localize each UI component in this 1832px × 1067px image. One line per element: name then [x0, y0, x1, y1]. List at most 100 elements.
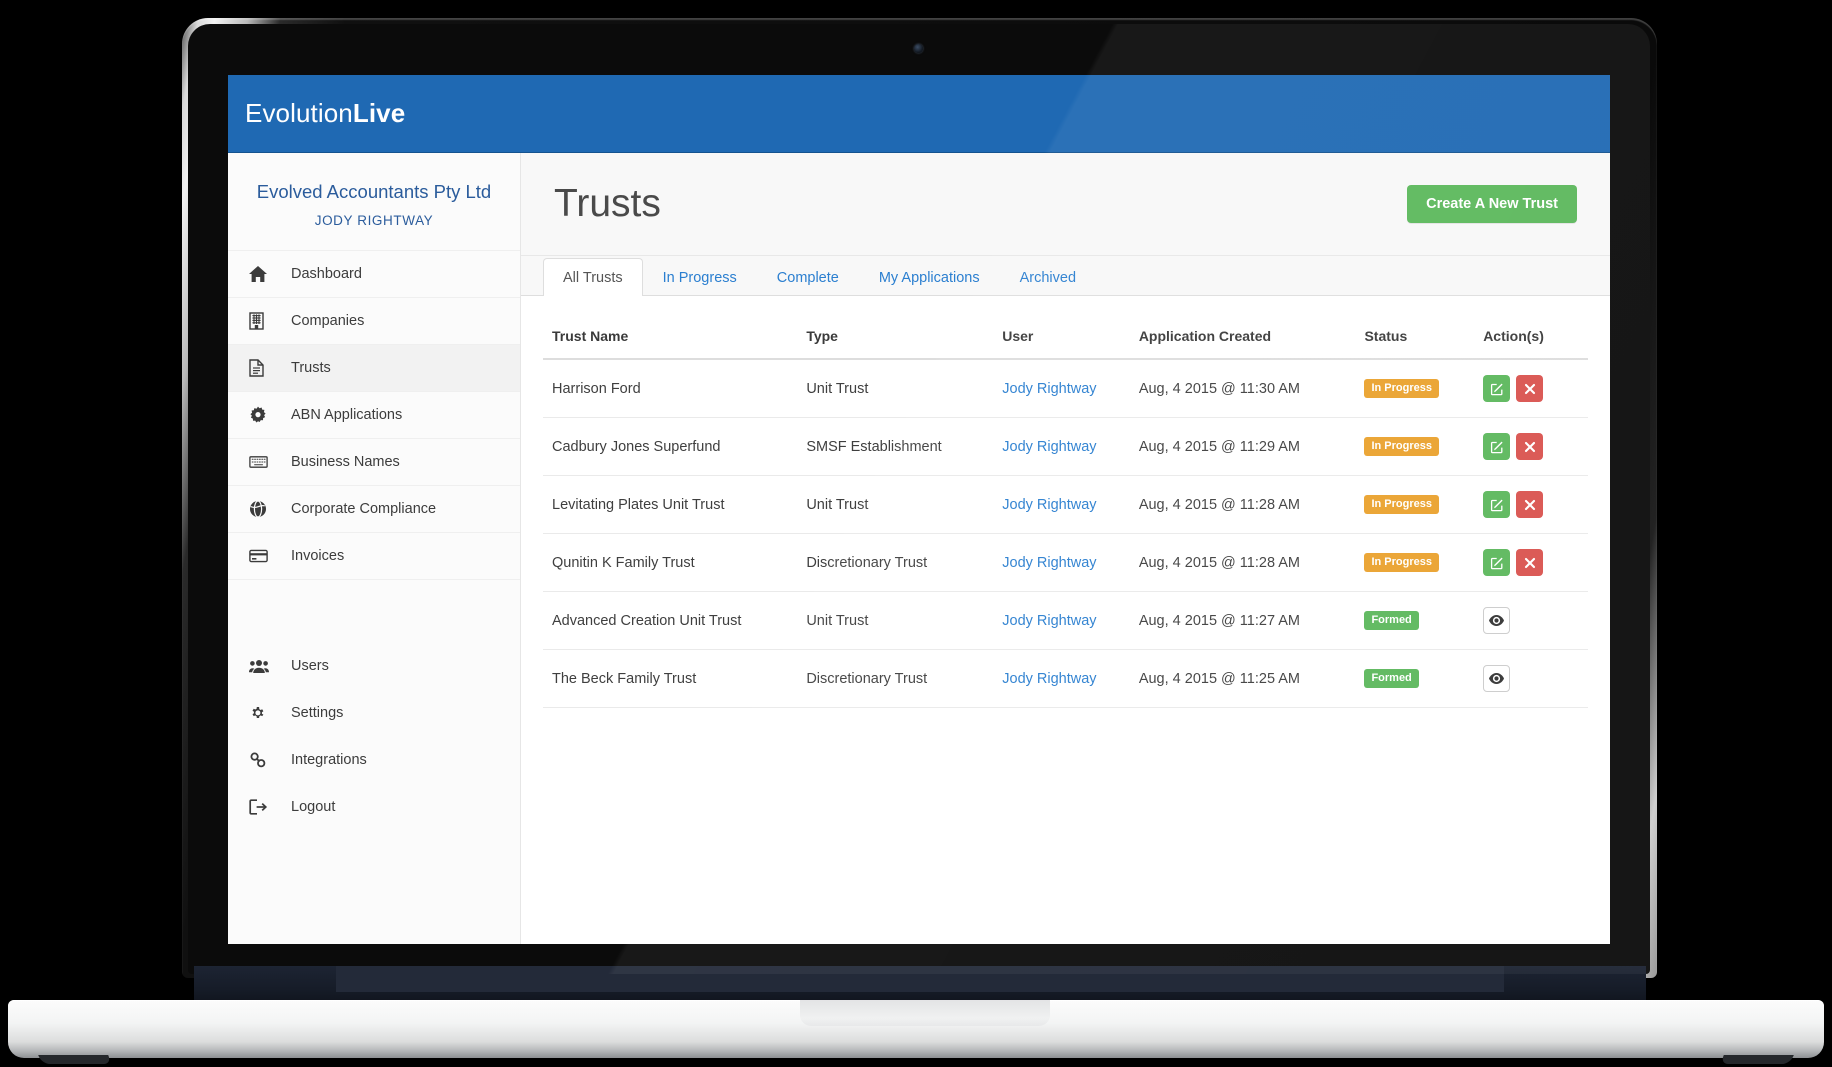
tab-complete[interactable]: Complete	[757, 258, 859, 296]
sidebar-item-integrations[interactable]: Integrations	[228, 736, 520, 783]
cell-user-link[interactable]: Jody Rightway	[1002, 613, 1096, 629]
col-header-trust-name: Trust Name	[543, 318, 798, 359]
cell-type: Unit Trust	[798, 476, 994, 534]
edit-button[interactable]	[1483, 549, 1510, 576]
row-actions	[1483, 607, 1580, 634]
cell-type: Unit Trust	[798, 359, 994, 418]
sidebar-item-dashboard[interactable]: Dashboard	[228, 250, 520, 297]
delete-button[interactable]	[1516, 491, 1543, 518]
trusts-table: Trust Name Type User Application Created…	[543, 318, 1588, 708]
cell-trust-name: Harrison Ford	[543, 359, 798, 418]
building-icon	[249, 312, 275, 330]
sidebar-divider	[228, 579, 520, 642]
main-content: Trusts Create A New Trust All Trusts In …	[521, 153, 1610, 944]
sidebar-item-invoices[interactable]: Invoices	[228, 532, 520, 579]
view-icon	[1489, 673, 1504, 684]
sidebar-item-label: Logout	[291, 799, 335, 815]
tab-all-trusts[interactable]: All Trusts	[543, 258, 643, 296]
globe-icon	[249, 500, 275, 518]
cell-user-link[interactable]: Jody Rightway	[1002, 497, 1096, 513]
laptop-foot-right	[1720, 1055, 1794, 1064]
brand-light: Evolution	[245, 98, 353, 128]
edit-button[interactable]	[1483, 375, 1510, 402]
sidebar-item-companies[interactable]: Companies	[228, 297, 520, 344]
cell-trust-name: Advanced Creation Unit Trust	[543, 592, 798, 650]
table-row[interactable]: Harrison FordUnit TrustJody RightwayAug,…	[543, 359, 1588, 418]
gear-icon	[249, 704, 275, 722]
edit-button[interactable]	[1483, 433, 1510, 460]
sidebar-item-label: Users	[291, 658, 329, 674]
col-header-type: Type	[798, 318, 994, 359]
edit-icon	[1490, 498, 1504, 512]
sidebar-item-settings[interactable]: Settings	[228, 689, 520, 736]
col-header-created: Application Created	[1131, 318, 1357, 359]
cell-user-link[interactable]: Jody Rightway	[1002, 381, 1096, 397]
table-row[interactable]: Levitating Plates Unit TrustUnit TrustJo…	[543, 476, 1588, 534]
sidebar-item-business-names[interactable]: Business Names	[228, 438, 520, 485]
link-icon	[249, 751, 275, 769]
sidebar-item-abn-applications[interactable]: ABN Applications	[228, 391, 520, 438]
delete-icon	[1524, 557, 1536, 569]
sidebar-item-corporate-compliance[interactable]: Corporate Compliance	[228, 485, 520, 532]
cell-user-link[interactable]: Jody Rightway	[1002, 671, 1096, 687]
create-new-trust-button[interactable]: Create A New Trust	[1407, 185, 1577, 223]
brand-bold: Live	[353, 98, 405, 128]
row-actions	[1483, 491, 1580, 518]
delete-button[interactable]	[1516, 433, 1543, 460]
edit-icon	[1490, 556, 1504, 570]
sidebar-item-label: Integrations	[291, 752, 367, 768]
org-block: Evolved Accountants Pty Ltd JODY RIGHTWA…	[228, 153, 520, 250]
edit-icon	[1490, 440, 1504, 454]
col-header-status: Status	[1356, 318, 1475, 359]
table-row[interactable]: Qunitin K Family TrustDiscretionary Trus…	[543, 534, 1588, 592]
view-button[interactable]	[1483, 665, 1510, 692]
delete-button[interactable]	[1516, 549, 1543, 576]
cell-trust-name: Cadbury Jones Superfund	[543, 418, 798, 476]
laptop-foot-left	[38, 1055, 112, 1064]
status-badge: In Progress	[1364, 553, 1439, 572]
sidebar-item-label: Dashboard	[291, 266, 362, 282]
cell-trust-name: The Beck Family Trust	[543, 650, 798, 708]
page-title: Trusts	[554, 182, 661, 226]
sidebar-item-trusts[interactable]: Trusts	[228, 344, 520, 391]
browser-screen: EvolutionLive Evolved Accountants Pty Lt…	[228, 75, 1610, 944]
org-name[interactable]: Evolved Accountants Pty Ltd	[238, 180, 510, 204]
row-actions	[1483, 375, 1580, 402]
table-row[interactable]: The Beck Family TrustDiscretionary Trust…	[543, 650, 1588, 708]
document-icon	[249, 359, 275, 377]
cell-created: Aug, 4 2015 @ 11:28 AM	[1131, 534, 1357, 592]
webcam-icon	[914, 44, 923, 53]
cell-user-link[interactable]: Jody Rightway	[1002, 555, 1096, 571]
edit-button[interactable]	[1483, 491, 1510, 518]
cell-user-link[interactable]: Jody Rightway	[1002, 439, 1096, 455]
sidebar-item-label: ABN Applications	[291, 407, 402, 423]
tab-archived[interactable]: Archived	[1000, 258, 1096, 296]
status-badge: Formed	[1364, 611, 1418, 630]
tab-my-applications[interactable]: My Applications	[859, 258, 1000, 296]
laptop-mockup: EvolutionLive Evolved Accountants Pty Lt…	[0, 0, 1832, 1067]
delete-icon	[1524, 383, 1536, 395]
sidebar-item-users[interactable]: Users	[228, 642, 520, 689]
brand-logo[interactable]: EvolutionLive	[245, 98, 405, 129]
home-icon	[249, 265, 275, 283]
tab-bar: All Trusts In Progress Complete My Appli…	[521, 256, 1610, 296]
tab-in-progress[interactable]: In Progress	[643, 258, 757, 296]
page-header: Trusts Create A New Trust	[521, 153, 1610, 256]
status-badge: In Progress	[1364, 495, 1439, 514]
sidebar-item-label: Business Names	[291, 454, 400, 470]
row-actions	[1483, 549, 1580, 576]
table-row[interactable]: Advanced Creation Unit TrustUnit TrustJo…	[543, 592, 1588, 650]
app-body: Evolved Accountants Pty Ltd JODY RIGHTWA…	[228, 153, 1610, 944]
col-header-actions: Action(s)	[1475, 318, 1588, 359]
cell-created: Aug, 4 2015 @ 11:28 AM	[1131, 476, 1357, 534]
table-header-row: Trust Name Type User Application Created…	[543, 318, 1588, 359]
sidebar-item-label: Settings	[291, 705, 343, 721]
table-row[interactable]: Cadbury Jones SuperfundSMSF Establishmen…	[543, 418, 1588, 476]
delete-button[interactable]	[1516, 375, 1543, 402]
users-icon	[249, 658, 275, 674]
cell-created: Aug, 4 2015 @ 11:29 AM	[1131, 418, 1357, 476]
view-button[interactable]	[1483, 607, 1510, 634]
credit-card-icon	[249, 549, 275, 563]
sidebar-item-logout[interactable]: Logout	[228, 783, 520, 830]
sidebar-item-label: Corporate Compliance	[291, 501, 436, 517]
